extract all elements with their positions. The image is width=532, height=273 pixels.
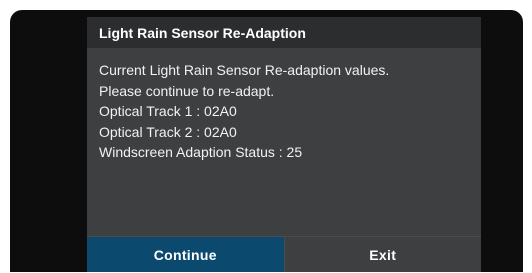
info-message: Current Light Rain Sensor Re-adaption va… [99, 62, 390, 78]
optical-track-2-value: Optical Track 2 : 02A0 [99, 123, 237, 140]
exit-button[interactable]: Exit [283, 237, 481, 272]
dialog-title: Light Rain Sensor Re-Adaption [99, 24, 306, 41]
continue-button[interactable]: Continue [87, 237, 284, 272]
device-screen: Light Rain Sensor Re-Adaption Current Li… [10, 10, 523, 272]
instruction-message: Please continue to re-adapt. [99, 82, 275, 99]
dialog-header: Light Rain Sensor Re-Adaption [87, 17, 481, 48]
dialog-footer: Continue Exit [87, 236, 481, 272]
optical-track-1-value: Optical Track 1 : 02A0 [99, 103, 237, 119]
windscreen-adaption-status: Windscreen Adaption Status : 25 [99, 144, 303, 160]
dialog-body: Current Light Rain Sensor Re-adaption va… [87, 48, 481, 237]
adaption-dialog: Light Rain Sensor Re-Adaption Current Li… [87, 17, 481, 272]
